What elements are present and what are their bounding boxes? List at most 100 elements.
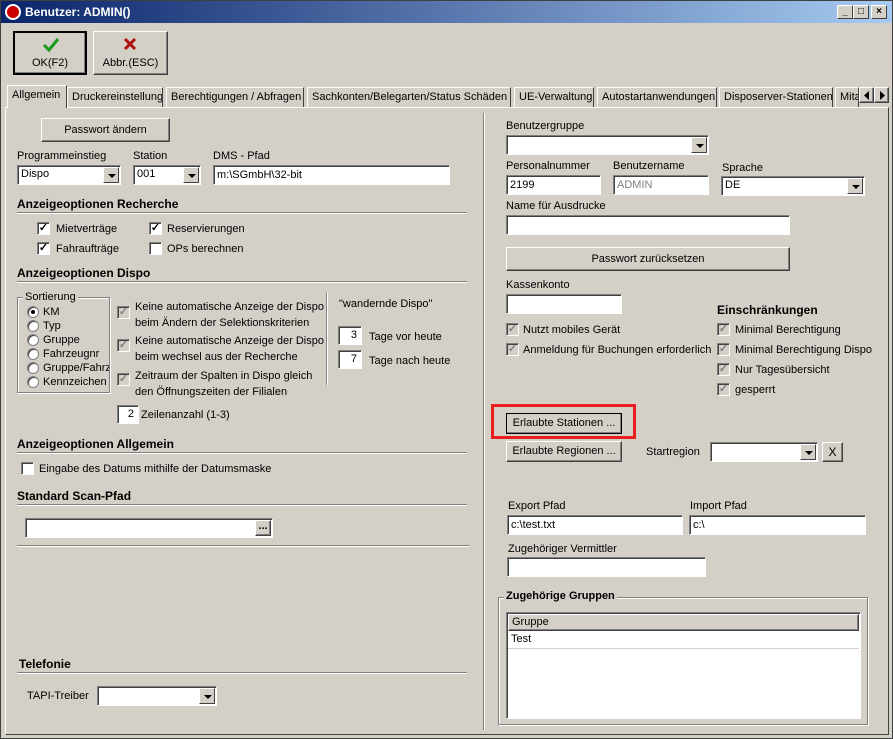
maximize-button[interactable]: □ xyxy=(853,5,869,19)
sort-radio-gruppe-fahrz[interactable] xyxy=(27,362,39,374)
scan-path-input[interactable] xyxy=(25,518,273,538)
divider xyxy=(17,504,467,506)
dispo-opt3-checkbox[interactable]: ✓ xyxy=(117,373,130,386)
tab-scroll-left-button[interactable] xyxy=(859,87,874,103)
datumsmaske-checkbox[interactable] xyxy=(21,462,34,475)
sortierung-title: Sortierung xyxy=(23,291,78,303)
tab-disposerver[interactable]: Disposerver-Stationen xyxy=(719,87,833,107)
chevron-down-icon[interactable] xyxy=(183,167,199,183)
tage-nach-label: Tage nach heute xyxy=(369,355,451,367)
sort-label: KM xyxy=(43,306,60,318)
tab-label: Sachkonten/Belegarten/Status Schäden xyxy=(312,91,508,103)
tage-nach-input[interactable]: 7 xyxy=(338,350,362,369)
sprache-select[interactable]: DE xyxy=(721,176,865,196)
dispo-opt1-checkbox[interactable]: ✓ xyxy=(117,306,130,319)
sort-radio-fahrzeugnr[interactable] xyxy=(27,348,39,360)
gruppen-title: Zugehörige Gruppen xyxy=(504,590,617,602)
cancel-label: Abbr.(ESC) xyxy=(102,57,159,69)
mobiles-geraet-checkbox[interactable]: ✓ xyxy=(506,323,519,336)
change-password-button[interactable]: Passwort ändern xyxy=(41,118,170,142)
vermittler-input[interactable] xyxy=(507,557,706,577)
programmeinstieg-value: Dispo xyxy=(21,168,50,180)
dispo-opt1-label: Keine automatische Anzeige der Dispo bei… xyxy=(135,301,324,329)
startregion-select[interactable] xyxy=(710,442,818,462)
dispo-opt2-checkbox[interactable]: ✓ xyxy=(117,339,130,352)
sprache-label: Sprache xyxy=(722,162,763,174)
chevron-down-icon[interactable] xyxy=(103,167,119,183)
einschraenkung-label: Minimal Berechtigung xyxy=(735,324,841,336)
tab-scroll-right-button[interactable] xyxy=(874,87,889,103)
tab-label: Berechtigungen / Abfragen xyxy=(171,91,302,103)
chevron-down-icon[interactable] xyxy=(847,178,863,194)
tab-label: Allgemein xyxy=(12,89,61,101)
wandernde-dispo-label: "wandernde Dispo" xyxy=(339,298,433,310)
tage-vor-label: Tage vor heute xyxy=(369,331,442,343)
tapi-select[interactable] xyxy=(97,686,217,706)
recherche-header: Anzeigeoptionen Recherche xyxy=(17,197,179,211)
arrow-right-icon xyxy=(880,91,885,100)
ok-button[interactable]: OK(F2) xyxy=(13,31,87,75)
nur-tagesuebersicht-checkbox[interactable]: ✓ xyxy=(717,363,730,376)
gruppen-table[interactable]: Gruppe Test xyxy=(506,612,861,719)
divider xyxy=(326,293,328,385)
reset-password-button[interactable]: Passwort zurücksetzen xyxy=(506,247,790,271)
anmeldung-checkbox[interactable]: ✓ xyxy=(506,343,519,356)
minimal-berechtigung-checkbox[interactable]: ✓ xyxy=(717,323,730,336)
sort-radio-km[interactable] xyxy=(27,306,39,318)
chevron-down-icon[interactable] xyxy=(199,688,215,704)
dispo-opt2-label: Keine automatische Anzeige der Dispo bei… xyxy=(135,335,324,363)
close-button[interactable]: × xyxy=(871,5,887,19)
title-bar[interactable]: Benutzer: ADMIN() _ □ × xyxy=(1,1,892,23)
table-row[interactable]: Test xyxy=(508,631,859,649)
browse-button[interactable]: ... xyxy=(255,520,271,536)
personalnummer-input[interactable]: 2199 xyxy=(506,175,601,195)
tab-druckereinstellung[interactable]: Druckereinstellung xyxy=(67,87,163,107)
cancel-button[interactable]: Abbr.(ESC) xyxy=(93,31,168,75)
tab-autostart[interactable]: Autostartanwendungen xyxy=(597,87,717,107)
sort-radio-kennzeichen[interactable] xyxy=(27,376,39,388)
name-ausdrucke-input[interactable] xyxy=(506,215,790,235)
minimal-berechtigung-dispo-checkbox[interactable]: ✓ xyxy=(717,343,730,356)
tab-allgemein[interactable]: Allgemein xyxy=(7,85,67,108)
zeilenanzahl-label: Zeilenanzahl (1-3) xyxy=(141,409,230,421)
import-pfad-input[interactable]: c:\ xyxy=(689,515,866,535)
gruppe-column-header[interactable]: Gruppe xyxy=(508,614,859,631)
allgemein-header: Anzeigeoptionen Allgemein xyxy=(17,437,174,451)
chevron-down-icon[interactable] xyxy=(800,444,816,460)
column-header-label: Gruppe xyxy=(512,616,549,628)
import-pfad-label: Import Pfad xyxy=(690,500,747,512)
clear-startregion-button[interactable]: X xyxy=(822,442,843,462)
reservierungen-checkbox[interactable]: ✓ xyxy=(149,222,162,235)
gesperrt-checkbox[interactable]: ✓ xyxy=(717,383,730,396)
dms-pfad-label: DMS - Pfad xyxy=(213,150,270,162)
mietvertraege-checkbox[interactable]: ✓ xyxy=(37,222,50,235)
erlaubte-stationen-button[interactable]: Erlaubte Stationen ... xyxy=(506,413,622,434)
kassenkonto-input[interactable] xyxy=(506,294,622,314)
tab-mita[interactable]: Mita xyxy=(835,87,859,107)
benutzergruppe-select[interactable] xyxy=(506,135,709,155)
export-pfad-input[interactable]: c:\test.txt xyxy=(507,515,683,535)
tab-label: Disposerver-Stationen xyxy=(724,91,833,103)
erlaubte-regionen-button[interactable]: Erlaubte Regionen ... xyxy=(506,441,622,462)
sort-label: Typ xyxy=(43,320,61,332)
benutzername-input[interactable]: ADMIN xyxy=(613,175,709,195)
personalnummer-label: Personalnummer xyxy=(506,160,590,172)
sort-radio-gruppe[interactable] xyxy=(27,334,39,346)
minimize-button[interactable]: _ xyxy=(837,5,853,19)
tab-sachkonten[interactable]: Sachkonten/Belegarten/Status Schäden xyxy=(307,87,511,107)
programmeinstieg-select[interactable]: Dispo xyxy=(17,165,121,185)
fahrauftraege-checkbox[interactable]: ✓ xyxy=(37,242,50,255)
tage-vor-input[interactable]: 3 xyxy=(338,326,362,345)
tab-berechtigungen[interactable]: Berechtigungen / Abfragen xyxy=(166,87,304,107)
tab-label: Mita xyxy=(840,91,859,103)
dms-pfad-input[interactable]: m:\SGmbH\32-bit xyxy=(213,165,450,185)
zeilenanzahl-input[interactable]: 2 xyxy=(117,405,139,424)
sort-label: Fahrzeugnr xyxy=(43,348,100,360)
dispo-opt3-label: Zeitraum der Spalten in Dispo gleich den… xyxy=(135,370,313,398)
ops-checkbox[interactable] xyxy=(149,242,162,255)
sort-label: Kennzeichen xyxy=(43,376,107,388)
sort-radio-typ[interactable] xyxy=(27,320,39,332)
chevron-down-icon[interactable] xyxy=(691,137,707,153)
station-select[interactable]: 001 xyxy=(133,165,201,185)
tab-ue-verwaltung[interactable]: UE-Verwaltung xyxy=(514,87,594,107)
